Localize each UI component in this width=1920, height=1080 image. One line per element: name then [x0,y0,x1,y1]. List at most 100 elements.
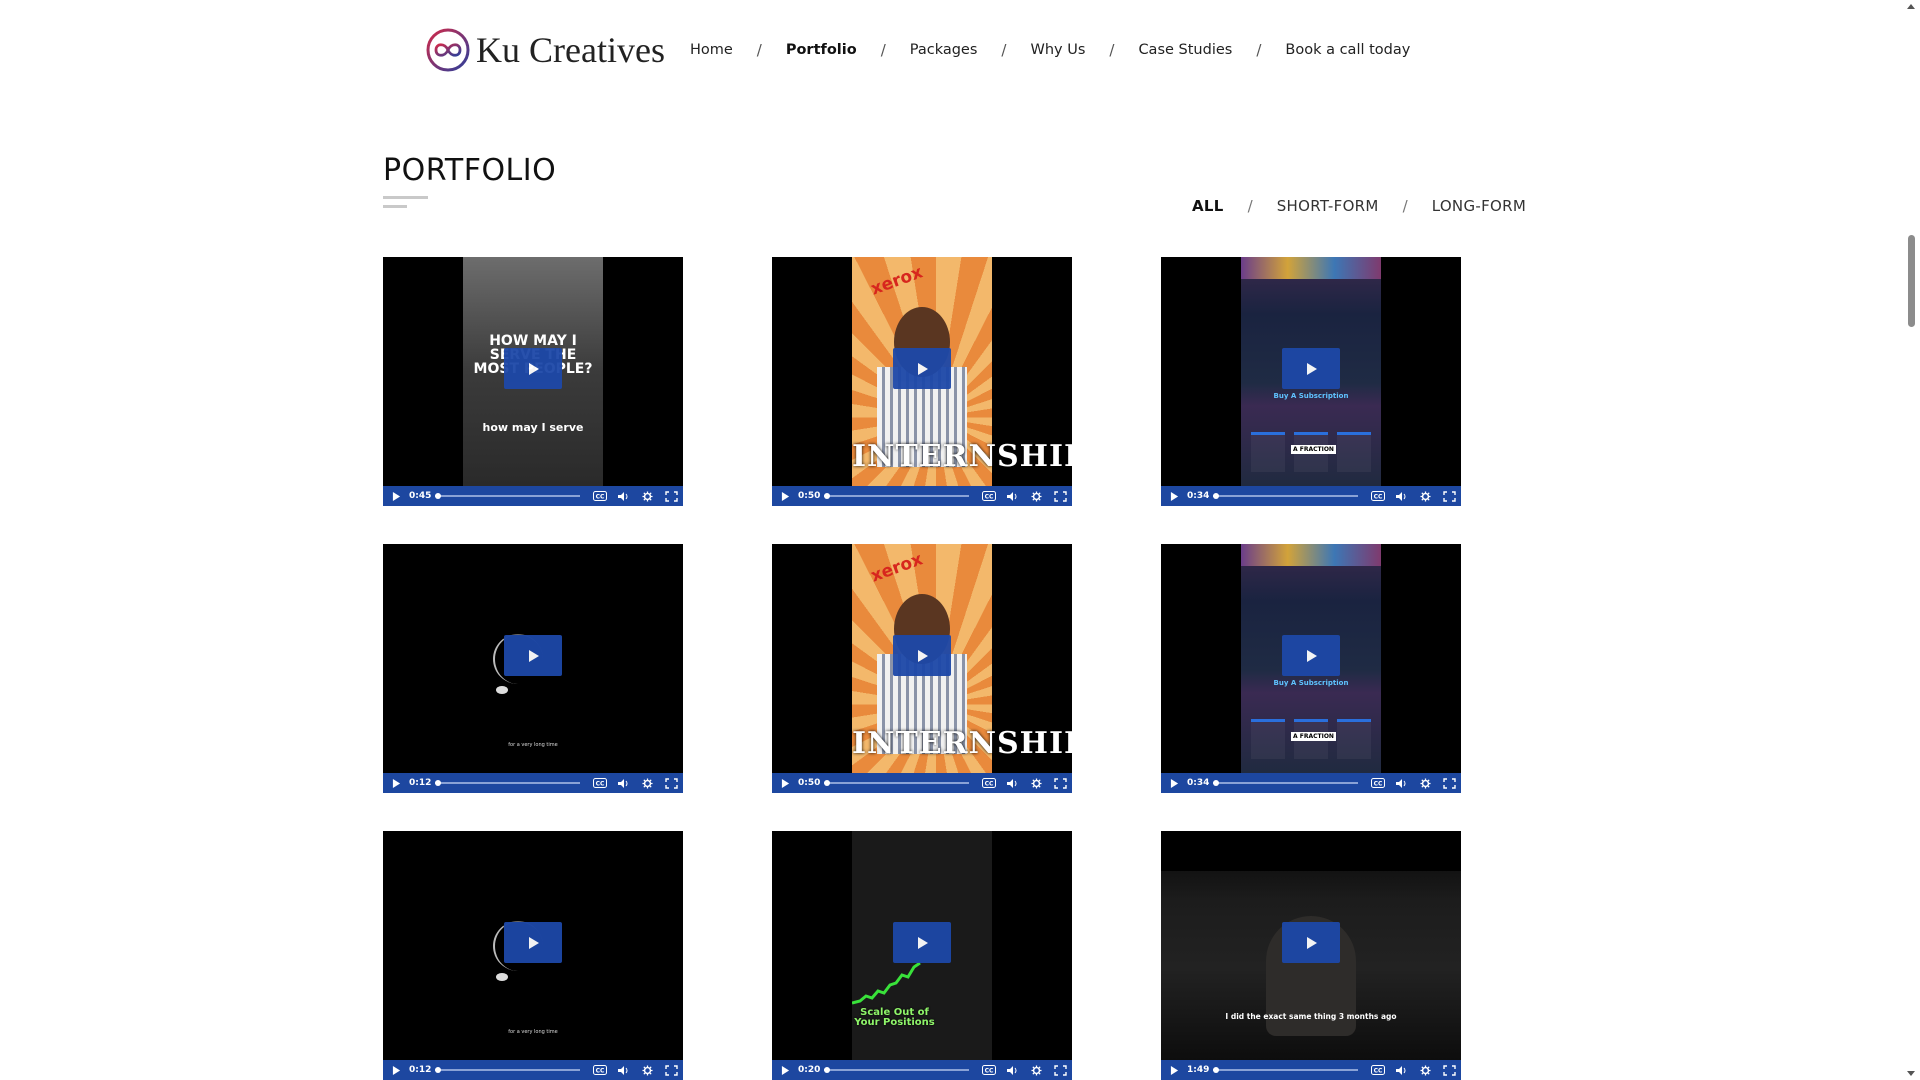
volume-icon[interactable] [1005,1064,1020,1076]
play-button[interactable] [893,348,951,389]
settings-icon[interactable] [640,777,655,789]
volume-icon[interactable] [616,490,631,502]
nav-home[interactable]: Home [690,42,733,58]
fullscreen-icon[interactable] [1442,777,1457,789]
nav-book-call[interactable]: Book a call today [1285,42,1410,58]
video-player[interactable]: I did the exact same thing 3 months ago … [1161,831,1461,1080]
control-play-icon[interactable] [1167,1063,1181,1077]
fullscreen-icon[interactable] [664,777,679,789]
control-play-icon[interactable] [778,1063,792,1077]
play-button[interactable] [1282,922,1340,963]
fullscreen-icon[interactable] [1442,490,1457,502]
progress-bar[interactable] [824,493,969,499]
thumbnail-caption: xerox [868,262,926,300]
progress-handle[interactable] [824,493,830,499]
progress-handle[interactable] [1213,493,1219,499]
filter-short-form[interactable]: SHORT-FORM [1277,197,1379,215]
fullscreen-icon[interactable] [1053,1064,1068,1076]
progress-handle[interactable] [824,1067,830,1073]
captions-icon[interactable]: CC [592,490,607,502]
settings-icon[interactable] [640,1064,655,1076]
nav-packages[interactable]: Packages [910,42,978,58]
fullscreen-icon[interactable] [664,490,679,502]
video-player[interactable]: for a very long time 0:12 CC [383,544,683,793]
video-player[interactable]: HOW MAY I SERVE THE MOST PEOPLE? how may… [383,257,683,506]
play-button[interactable] [504,348,562,389]
captions-icon[interactable]: CC [981,777,996,789]
captions-icon[interactable]: CC [981,1064,996,1076]
nav-why-us[interactable]: Why Us [1030,42,1085,58]
page-scrollbar[interactable] [1903,0,1920,1080]
nav-case-studies[interactable]: Case Studies [1138,42,1232,58]
captions-icon[interactable]: CC [592,1064,607,1076]
progress-handle[interactable] [824,780,830,786]
play-button[interactable] [1282,348,1340,389]
video-player[interactable]: xerox INTERNSHIP 0:50 CC [772,544,1072,793]
progress-bar[interactable] [1213,780,1358,786]
control-play-icon[interactable] [1167,776,1181,790]
fullscreen-icon[interactable] [1053,777,1068,789]
settings-icon[interactable] [1418,1064,1433,1076]
logo[interactable]: Ku Creatives [425,27,665,73]
video-player[interactable]: Scale Out of Your Positions 0:20 CC [772,831,1072,1080]
control-play-icon[interactable] [389,1063,403,1077]
volume-icon[interactable] [1005,777,1020,789]
progress-bar[interactable] [824,1067,969,1073]
player-controls: 0:34 CC [1161,773,1461,793]
volume-icon[interactable] [1005,490,1020,502]
captions-icon[interactable]: CC [981,490,996,502]
settings-icon[interactable] [1029,490,1044,502]
progress-bar[interactable] [1213,493,1358,499]
control-play-icon[interactable] [778,776,792,790]
captions-icon[interactable]: CC [592,777,607,789]
play-button[interactable] [504,635,562,676]
player-controls: 0:20 CC [772,1060,1072,1080]
volume-icon[interactable] [616,1064,631,1076]
settings-icon[interactable] [1418,777,1433,789]
volume-icon[interactable] [1394,777,1409,789]
progress-bar[interactable] [435,780,580,786]
progress-bar[interactable] [1213,1067,1358,1073]
filter-all[interactable]: ALL [1192,197,1224,215]
captions-icon[interactable]: CC [1370,490,1385,502]
volume-icon[interactable] [1394,1064,1409,1076]
progress-handle[interactable] [435,1067,441,1073]
fullscreen-icon[interactable] [1442,1064,1457,1076]
volume-icon[interactable] [616,777,631,789]
filter-long-form[interactable]: LONG-FORM [1432,197,1526,215]
settings-icon[interactable] [640,490,655,502]
video-player[interactable]: for a very long time 0:12 CC [383,831,683,1080]
play-button[interactable] [893,922,951,963]
control-play-icon[interactable] [1167,489,1181,503]
scrollbar-thumb[interactable] [1908,235,1915,327]
control-play-icon[interactable] [389,489,403,503]
volume-icon[interactable] [1394,490,1409,502]
nav-separator: / [880,41,886,59]
play-button[interactable] [1282,635,1340,676]
settings-icon[interactable] [1029,1064,1044,1076]
video-player[interactable]: Buy A Subscription A FRACTION 0:34 CC [1161,544,1461,793]
control-play-icon[interactable] [778,489,792,503]
play-button[interactable] [504,922,562,963]
play-button[interactable] [893,635,951,676]
progress-handle[interactable] [1213,780,1219,786]
progress-bar[interactable] [435,1067,580,1073]
settings-icon[interactable] [1029,777,1044,789]
settings-icon[interactable] [1418,490,1433,502]
progress-handle[interactable] [435,780,441,786]
captions-icon[interactable]: CC [1370,1064,1385,1076]
nav-portfolio[interactable]: Portfolio [786,42,857,58]
scroll-up-arrow-icon[interactable] [1907,4,1915,9]
progress-bar[interactable] [435,493,580,499]
progress-handle[interactable] [1213,1067,1219,1073]
player-controls: 0:45 CC [383,486,683,506]
fullscreen-icon[interactable] [1053,490,1068,502]
video-player[interactable]: Buy A Subscription A FRACTION 0:34 CC [1161,257,1461,506]
captions-icon[interactable]: CC [1370,777,1385,789]
control-play-icon[interactable] [389,776,403,790]
fullscreen-icon[interactable] [664,1064,679,1076]
video-player[interactable]: xerox INTERNSHIP 0:50 CC [772,257,1072,506]
progress-bar[interactable] [824,780,969,786]
scroll-down-arrow-icon[interactable] [1907,1071,1915,1076]
progress-handle[interactable] [435,493,441,499]
